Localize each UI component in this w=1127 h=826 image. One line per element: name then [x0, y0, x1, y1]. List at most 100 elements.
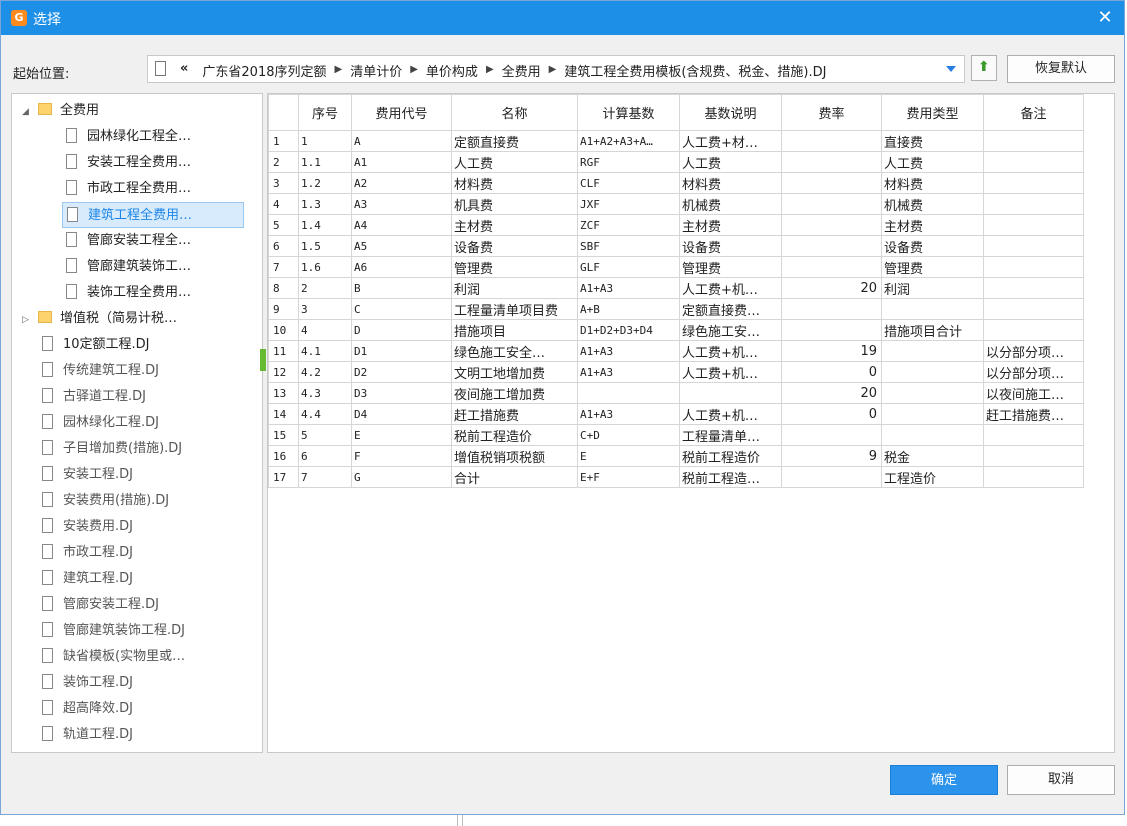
table-cell[interactable]: 1.6 [298, 256, 352, 278]
table-cell[interactable]: 材料费 [881, 172, 984, 194]
table-cell[interactable] [781, 256, 882, 278]
table-cell[interactable]: C+D [577, 424, 680, 446]
table-cell[interactable]: SBF [577, 235, 680, 257]
table-row[interactable]: 10 4 D 措施项目 D1+D2+D3+D4 绿色施工安… 措施项目合计 [268, 319, 1084, 341]
table-cell[interactable]: 绿色施工安… [679, 319, 782, 341]
table-row[interactable]: 3 1.2 A2 材料费 CLF 材料费 材料费 [268, 172, 1084, 194]
column-header[interactable]: 费用代号 [351, 94, 452, 131]
tree-item-template[interactable]: 管廊建筑装饰工… [66, 254, 191, 280]
table-cell[interactable]: 1.1 [298, 151, 352, 173]
table-cell[interactable]: JXF [577, 193, 680, 215]
table-cell[interactable]: 4 [298, 319, 352, 341]
tree-item-file[interactable]: 轨道工程.DJ [42, 722, 133, 748]
table-cell[interactable]: B [351, 277, 452, 299]
table-cell[interactable]: ZCF [577, 214, 680, 236]
table-cell[interactable]: 人工费+机… [679, 277, 782, 299]
table-cell[interactable]: 材料费 [451, 172, 578, 194]
table-cell[interactable]: 赶工措施费… [983, 403, 1084, 425]
table-cell[interactable]: 4 [268, 193, 299, 215]
table-cell[interactable]: 3 [268, 172, 299, 194]
table-cell[interactable]: 税金 [881, 445, 984, 467]
tree-item-file[interactable]: 缺省模板(实物里或… [42, 644, 185, 670]
table-cell[interactable]: 4.3 [298, 382, 352, 404]
tree-item-file[interactable]: 古驿道工程.DJ [42, 384, 146, 410]
table-cell[interactable]: 12 [268, 361, 299, 383]
table-cell[interactable]: 3 [298, 298, 352, 320]
breadcrumb-item[interactable]: 建筑工程全费用模板(含规费、税金、措施).DJ [564, 61, 826, 80]
tree-item-file[interactable]: 安装费用(措施).DJ [42, 488, 169, 514]
tree-item-template[interactable]: 市政工程全费用… [66, 176, 191, 202]
tree-item-template[interactable]: 装饰工程全费用… [66, 280, 191, 306]
table-cell[interactable]: 增值税销项税额 [451, 445, 578, 467]
tree-item-file[interactable]: 管廊建筑装饰工程.DJ [42, 618, 185, 644]
table-cell[interactable]: 1.3 [298, 193, 352, 215]
breadcrumb-item[interactable]: 全费用 [502, 61, 541, 80]
table-row[interactable]: 7 1.6 A6 管理费 GLF 管理费 管理费 [268, 256, 1084, 278]
table-cell[interactable] [679, 382, 782, 404]
table-cell[interactable]: 19 [781, 340, 882, 362]
table-cell[interactable]: 1.2 [298, 172, 352, 194]
table-cell[interactable] [983, 130, 1084, 152]
column-header[interactable]: 费用类型 [881, 94, 984, 131]
table-cell[interactable]: E [351, 424, 452, 446]
table-cell[interactable] [881, 340, 984, 362]
tree-item-file[interactable]: 管廊安装工程.DJ [42, 592, 159, 618]
go-up-button[interactable]: ⬆ [971, 55, 997, 81]
table-cell[interactable]: 以夜间施工… [983, 382, 1084, 404]
table-row[interactable]: 4 1.3 A3 机具费 JXF 机械费 机械费 [268, 193, 1084, 215]
table-cell[interactable]: A [351, 130, 452, 152]
table-cell[interactable]: 税前工程造价 [451, 424, 578, 446]
table-cell[interactable]: 10 [268, 319, 299, 341]
table-row[interactable]: 5 1.4 A4 主材费 ZCF 主材费 主材费 [268, 214, 1084, 236]
table-cell[interactable]: 2 [268, 151, 299, 173]
table-cell[interactable]: 4.1 [298, 340, 352, 362]
table-row[interactable]: 8 2 B 利润 A1+A3 人工费+机… 20 利润 [268, 277, 1084, 299]
table-cell[interactable]: 以分部分项… [983, 340, 1084, 362]
tree-item-file[interactable]: 10定额工程.DJ [42, 332, 150, 358]
table-cell[interactable]: A6 [351, 256, 452, 278]
table-cell[interactable]: 主材费 [451, 214, 578, 236]
table-cell[interactable]: 5 [298, 424, 352, 446]
table-cell[interactable]: 工程量清单… [679, 424, 782, 446]
table-cell[interactable] [983, 256, 1084, 278]
table-row[interactable]: 1 1 A 定额直接费 A1+A2+A3+A… 人工费+材… 直接费 [268, 130, 1084, 152]
table-cell[interactable]: 绿色施工安全… [451, 340, 578, 362]
table-cell[interactable]: A5 [351, 235, 452, 257]
tree-item-template[interactable]: 园林绿化工程全… [66, 124, 191, 150]
table-cell[interactable]: 4.2 [298, 361, 352, 383]
table-cell[interactable]: 9 [268, 298, 299, 320]
table-cell[interactable]: 主材费 [679, 214, 782, 236]
table-row[interactable]: 15 5 E 税前工程造价 C+D 工程量清单… [268, 424, 1084, 446]
table-cell[interactable]: D4 [351, 403, 452, 425]
table-cell[interactable] [881, 361, 984, 383]
table-cell[interactable] [781, 214, 882, 236]
table-cell[interactable]: 5 [268, 214, 299, 236]
table-cell[interactable]: CLF [577, 172, 680, 194]
breadcrumb-item[interactable]: 清单计价 [350, 61, 402, 80]
table-cell[interactable] [781, 172, 882, 194]
table-cell[interactable]: 利润 [881, 277, 984, 299]
table-cell[interactable] [983, 151, 1084, 173]
table-cell[interactable] [881, 298, 984, 320]
table-cell[interactable] [983, 193, 1084, 215]
table-cell[interactable]: 管理费 [451, 256, 578, 278]
table-cell[interactable] [881, 403, 984, 425]
table-cell[interactable] [781, 130, 882, 152]
table-cell[interactable]: 20 [781, 382, 882, 404]
table-cell[interactable]: 设备费 [679, 235, 782, 257]
table-cell[interactable] [983, 235, 1084, 257]
table-cell[interactable]: 机械费 [679, 193, 782, 215]
table-cell[interactable]: 0 [781, 361, 882, 383]
table-row[interactable]: 17 7 G 合计 E+F 税前工程造… 工程造价 [268, 466, 1084, 488]
panel-splitter-handle[interactable] [260, 349, 266, 371]
tree-item-file[interactable]: 园林绿化工程.DJ [42, 410, 159, 436]
table-cell[interactable]: 定额直接费 [451, 130, 578, 152]
table-row[interactable]: 14 4.4 D4 赶工措施费 A1+A3 人工费+机… 0 赶工措施费… [268, 403, 1084, 425]
table-cell[interactable]: F [351, 445, 452, 467]
table-cell[interactable]: 税前工程造… [679, 466, 782, 488]
cancel-button[interactable]: 取消 [1007, 765, 1115, 795]
table-cell[interactable]: 措施项目 [451, 319, 578, 341]
table-cell[interactable]: 13 [268, 382, 299, 404]
tree-item-template[interactable]: 安装工程全费用… [66, 150, 191, 176]
table-cell[interactable]: A1+A3 [577, 403, 680, 425]
